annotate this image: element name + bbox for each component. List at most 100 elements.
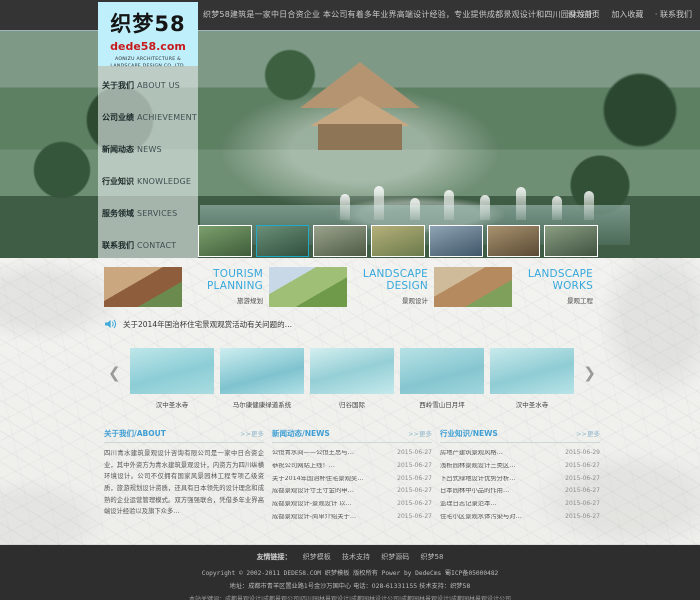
- add-favorite-link[interactable]: 加入收藏: [611, 10, 643, 19]
- banner-thumbnail[interactable]: [544, 225, 598, 257]
- footer: 友情链接： 织梦模板 技术支持 织梦源码 织梦58 Copyright © 20…: [0, 545, 700, 600]
- carousel-item[interactable]: 西岭雪山日月坪: [400, 348, 484, 414]
- sidebar-item-contact[interactable]: 联系我们 CONTACT: [102, 232, 198, 258]
- list-item[interactable]: 恭祝公司网站上线！… 2015-06-27: [272, 460, 432, 473]
- feature-en-line-1: LANDSCAPE: [512, 269, 593, 281]
- column-about: 关于我们/ABOUT >>更多 四川青水建筑景观设计咨询有限公司是一家中日合资企…: [104, 428, 264, 536]
- news-title: 公恒青水间——公恒王总与…: [272, 450, 354, 456]
- knowledge-date: 2015-06-27: [565, 501, 600, 507]
- column-header: 关于我们/ABOUT >>更多: [104, 428, 264, 443]
- carousel-track: 汉中圣水寺 马尔康健康绿道系统 归谷国际 西岭雪山日月坪 汉中圣水寺: [130, 348, 574, 414]
- sidebar-item-news[interactable]: 新闻动态 NEWS: [102, 136, 198, 162]
- carousel-item[interactable]: 归谷国际: [310, 348, 394, 414]
- feature-en-line-1: TOURISM: [182, 269, 263, 281]
- knowledge-date: 2015-06-27: [565, 488, 600, 494]
- banner-thumbnail[interactable]: [487, 225, 541, 257]
- more-link-news[interactable]: >>更多: [408, 428, 432, 438]
- friend-link-1[interactable]: 织梦模板: [303, 553, 331, 561]
- more-link-knowledge[interactable]: >>更多: [576, 428, 600, 438]
- list-item[interactable]: 成都景观设计-简单介绍关于… 2015-06-27: [272, 510, 432, 523]
- news-title: 成都景观设计-简单介绍关于…: [272, 514, 356, 520]
- contact-us-link[interactable]: · 联系我们: [655, 10, 692, 19]
- nav-label-en: CONTACT: [137, 241, 176, 250]
- nav-label-cn: 关于我们: [102, 80, 134, 91]
- feature-landscape-works[interactable]: LANDSCAPE WORKS 景观工程: [434, 264, 599, 310]
- friend-link-2[interactable]: 技术支持: [342, 553, 370, 561]
- feature-tourism-planning[interactable]: TOURISM PLANNING 旅游规划: [104, 264, 269, 310]
- nav-label-en: NEWS: [137, 145, 162, 154]
- feature-thumbnail: [269, 267, 347, 307]
- knowledge-date: 2015-06-27: [565, 463, 600, 469]
- column-news: 新闻动态/NEWS >>更多 公恒青水间——公恒王总与… 2015-06-27 …: [272, 428, 432, 536]
- carousel-next-arrow[interactable]: ❯: [583, 364, 596, 382]
- nav-label-en: ACHIEVEMENT: [137, 113, 197, 122]
- carousel-image: [220, 348, 304, 394]
- sidebar-item-knowledge[interactable]: 行业知识 KNOWLEDGE: [102, 168, 198, 194]
- news-date: 2015-06-27: [397, 476, 432, 482]
- list-item[interactable]: 关于2014年国治杯住宅景观奖… 2015-06-27: [272, 472, 432, 485]
- nav-label-cn: 服务领域: [102, 208, 134, 219]
- banner-thumbnail-strip: [198, 225, 598, 257]
- sidebar-item-about[interactable]: 关于我们 ABOUT US: [102, 72, 198, 98]
- carousel-caption: 归谷国际: [310, 399, 394, 409]
- logo-title: 织梦58: [98, 8, 198, 38]
- knowledge-date: 2015-06-29: [565, 450, 600, 456]
- column-knowledge: 行业知识/NEWS >>更多 房地产建筑景观风格… 2015-06-29 浅析园…: [440, 428, 600, 536]
- feature-blocks: TOURISM PLANNING 旅游规划 LANDSCAPE DESIGN 景…: [104, 264, 600, 310]
- about-body-text: 四川青水建筑景观设计咨询有限公司是一家中日合资企业，其中外资方为青水建筑景观设计…: [104, 448, 264, 518]
- list-item[interactable]: 下凹式绿地设计优势分析… 2015-06-27: [440, 472, 600, 485]
- sidebar-item-achievement[interactable]: 公司业绩 ACHIEVEMENT: [102, 104, 198, 130]
- left-navigation: 关于我们 ABOUT US 公司业绩 ACHIEVEMENT 新闻动态 NEWS…: [98, 66, 198, 258]
- carousel-caption: 马尔康健康绿道系统: [220, 399, 304, 409]
- top-bar-links: 设为首页 加入收藏 · 联系我们: [559, 9, 692, 20]
- column-title: 新闻动态/NEWS: [272, 428, 330, 439]
- carousel-item[interactable]: 汉中圣水寺: [130, 348, 214, 414]
- project-carousel: ❮ ❯ 汉中圣水寺 马尔康健康绿道系统 归谷国际 西岭雪山日月坪 汉中圣水寺: [104, 348, 600, 414]
- nav-label-cn: 公司业绩: [102, 112, 134, 123]
- news-title: 关于2014年国治杯住宅景观奖…: [272, 476, 364, 482]
- knowledge-title: 日本园林中小品的作用…: [440, 488, 509, 494]
- sidebar-item-services[interactable]: 服务领域 SERVICES: [102, 200, 198, 226]
- list-item[interactable]: 公恒青水间——公恒王总与… 2015-06-27: [272, 447, 432, 460]
- carousel-image: [490, 348, 574, 394]
- carousel-caption: 汉中圣水寺: [490, 399, 574, 409]
- banner-thumbnail-active[interactable]: [256, 225, 310, 257]
- carousel-item[interactable]: 汉中圣水寺: [490, 348, 574, 414]
- logo-panel[interactable]: 织梦58 dede58.com AONIZU ARCHITECTURE & LA…: [98, 2, 198, 66]
- list-item[interactable]: 住宅小区景观水体污染与对… 2015-06-27: [440, 510, 600, 523]
- list-item[interactable]: 日本园林中小品的作用… 2015-06-27: [440, 485, 600, 498]
- banner-thumbnail[interactable]: [429, 225, 483, 257]
- more-link-about[interactable]: >>更多: [240, 428, 264, 438]
- feature-landscape-design[interactable]: LANDSCAPE DESIGN 景观设计: [269, 264, 434, 310]
- carousel-image: [130, 348, 214, 394]
- knowledge-title: 房地产建筑景观风格…: [440, 450, 503, 456]
- banner-thumbnail[interactable]: [198, 225, 252, 257]
- carousel-item[interactable]: 马尔康健康绿道系统: [220, 348, 304, 414]
- list-item[interactable]: 监理日志记录范本… 2015-06-27: [440, 498, 600, 511]
- friend-link-4[interactable]: 织梦58: [421, 553, 444, 561]
- nav-label-cn: 行业知识: [102, 176, 134, 187]
- set-homepage-link[interactable]: 设为首页: [568, 10, 600, 19]
- banner-thumbnail[interactable]: [313, 225, 367, 257]
- banner-thumbnail[interactable]: [371, 225, 425, 257]
- news-title: 成都景观设计-景观设计 以…: [272, 501, 352, 507]
- announcement-bar: 关于2014年国治杯住宅景观观赏活动有关问题的…: [104, 315, 524, 333]
- list-item[interactable]: 浅析园林景观设计三类区… 2015-06-27: [440, 460, 600, 473]
- announcement-text[interactable]: 关于2014年国治杯住宅景观观赏活动有关问题的…: [123, 319, 292, 330]
- list-item[interactable]: 成都景观设计寸土寸金的申… 2015-06-27: [272, 485, 432, 498]
- logo-domain: dede58.com: [98, 40, 198, 53]
- carousel-caption: 汉中圣水寺: [130, 399, 214, 409]
- nav-label-en: KNOWLEDGE: [137, 177, 191, 186]
- carousel-prev-arrow[interactable]: ❮: [108, 364, 121, 382]
- feature-thumbnail: [104, 267, 182, 307]
- friend-link-3[interactable]: 织梦源码: [381, 553, 409, 561]
- knowledge-title: 浅析园林景观设计三类区…: [440, 463, 516, 469]
- feature-cn-label: 旅游规划: [182, 295, 263, 305]
- list-item[interactable]: 房地产建筑景观风格… 2015-06-29: [440, 447, 600, 460]
- feature-text: TOURISM PLANNING 旅游规划: [182, 269, 269, 305]
- pavilion-illustration: [300, 62, 420, 154]
- list-item[interactable]: 成都景观设计-景观设计 以… 2015-06-27: [272, 498, 432, 511]
- friend-links-label: 友情链接：: [257, 553, 292, 561]
- news-date: 2015-06-27: [397, 450, 432, 456]
- nav-label-cn: 新闻动态: [102, 144, 134, 155]
